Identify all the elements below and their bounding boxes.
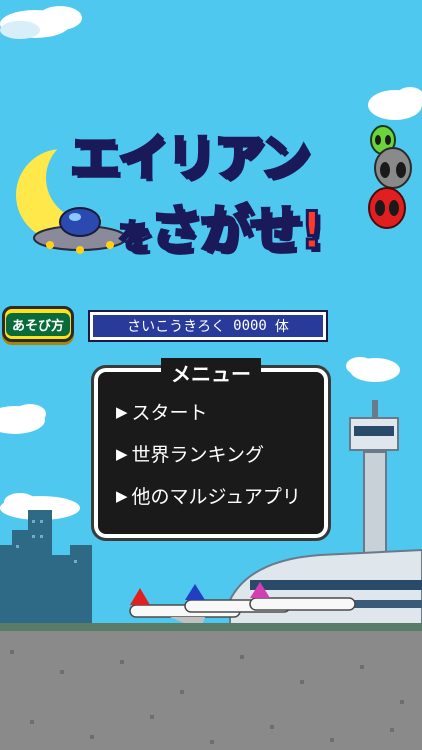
control-tower xyxy=(349,400,399,573)
game-title-particle: を xyxy=(117,216,154,259)
city-skyline xyxy=(0,510,92,625)
menu-item-label: 世界ランキング xyxy=(131,444,264,466)
game-title-bang: ! xyxy=(299,200,326,263)
how-to-play-label: あそび方 xyxy=(5,312,70,336)
play-arrow-icon: ▶ xyxy=(116,444,128,463)
game-title-word: さがせ xyxy=(148,200,303,263)
best-record-value: 0000 xyxy=(233,318,267,334)
best-record-label: さいこうきろく xyxy=(127,319,226,335)
cloud-top-right xyxy=(368,87,422,120)
alien-red-icon xyxy=(368,187,406,229)
menu-title: メニュー xyxy=(161,358,261,387)
menu-item-label: スタート xyxy=(131,402,208,424)
game-title-line1: エイリアン xyxy=(69,128,312,189)
menu-item-other-apps[interactable]: ▶ 他のマルジュアプリ xyxy=(116,482,301,509)
menu-item-label: 他のマルジュアプリ xyxy=(131,486,301,508)
how-to-play-button[interactable]: あそび方 xyxy=(2,306,74,342)
menu-item-start[interactable]: ▶ スタート xyxy=(116,398,208,425)
menu-item-world-ranking[interactable]: ▶ 世界ランキング xyxy=(116,440,264,467)
cloud-left xyxy=(0,404,46,434)
best-record-unit: 体 xyxy=(274,319,289,335)
play-arrow-icon: ▶ xyxy=(116,486,128,505)
ground xyxy=(0,631,422,750)
cloud-mid-right xyxy=(346,357,400,382)
game-title-line2: をさがせ! xyxy=(117,188,326,263)
cloud-top-left xyxy=(0,6,82,39)
play-arrow-icon: ▶ xyxy=(116,402,128,421)
main-menu: メニュー ▶ スタート ▶ 世界ランキング ▶ 他のマルジュアプリ xyxy=(91,358,331,541)
best-record-panel: さいこうきろく 0000 体 xyxy=(88,310,328,342)
fence-line xyxy=(0,623,422,631)
alien-gray-icon xyxy=(374,147,412,189)
